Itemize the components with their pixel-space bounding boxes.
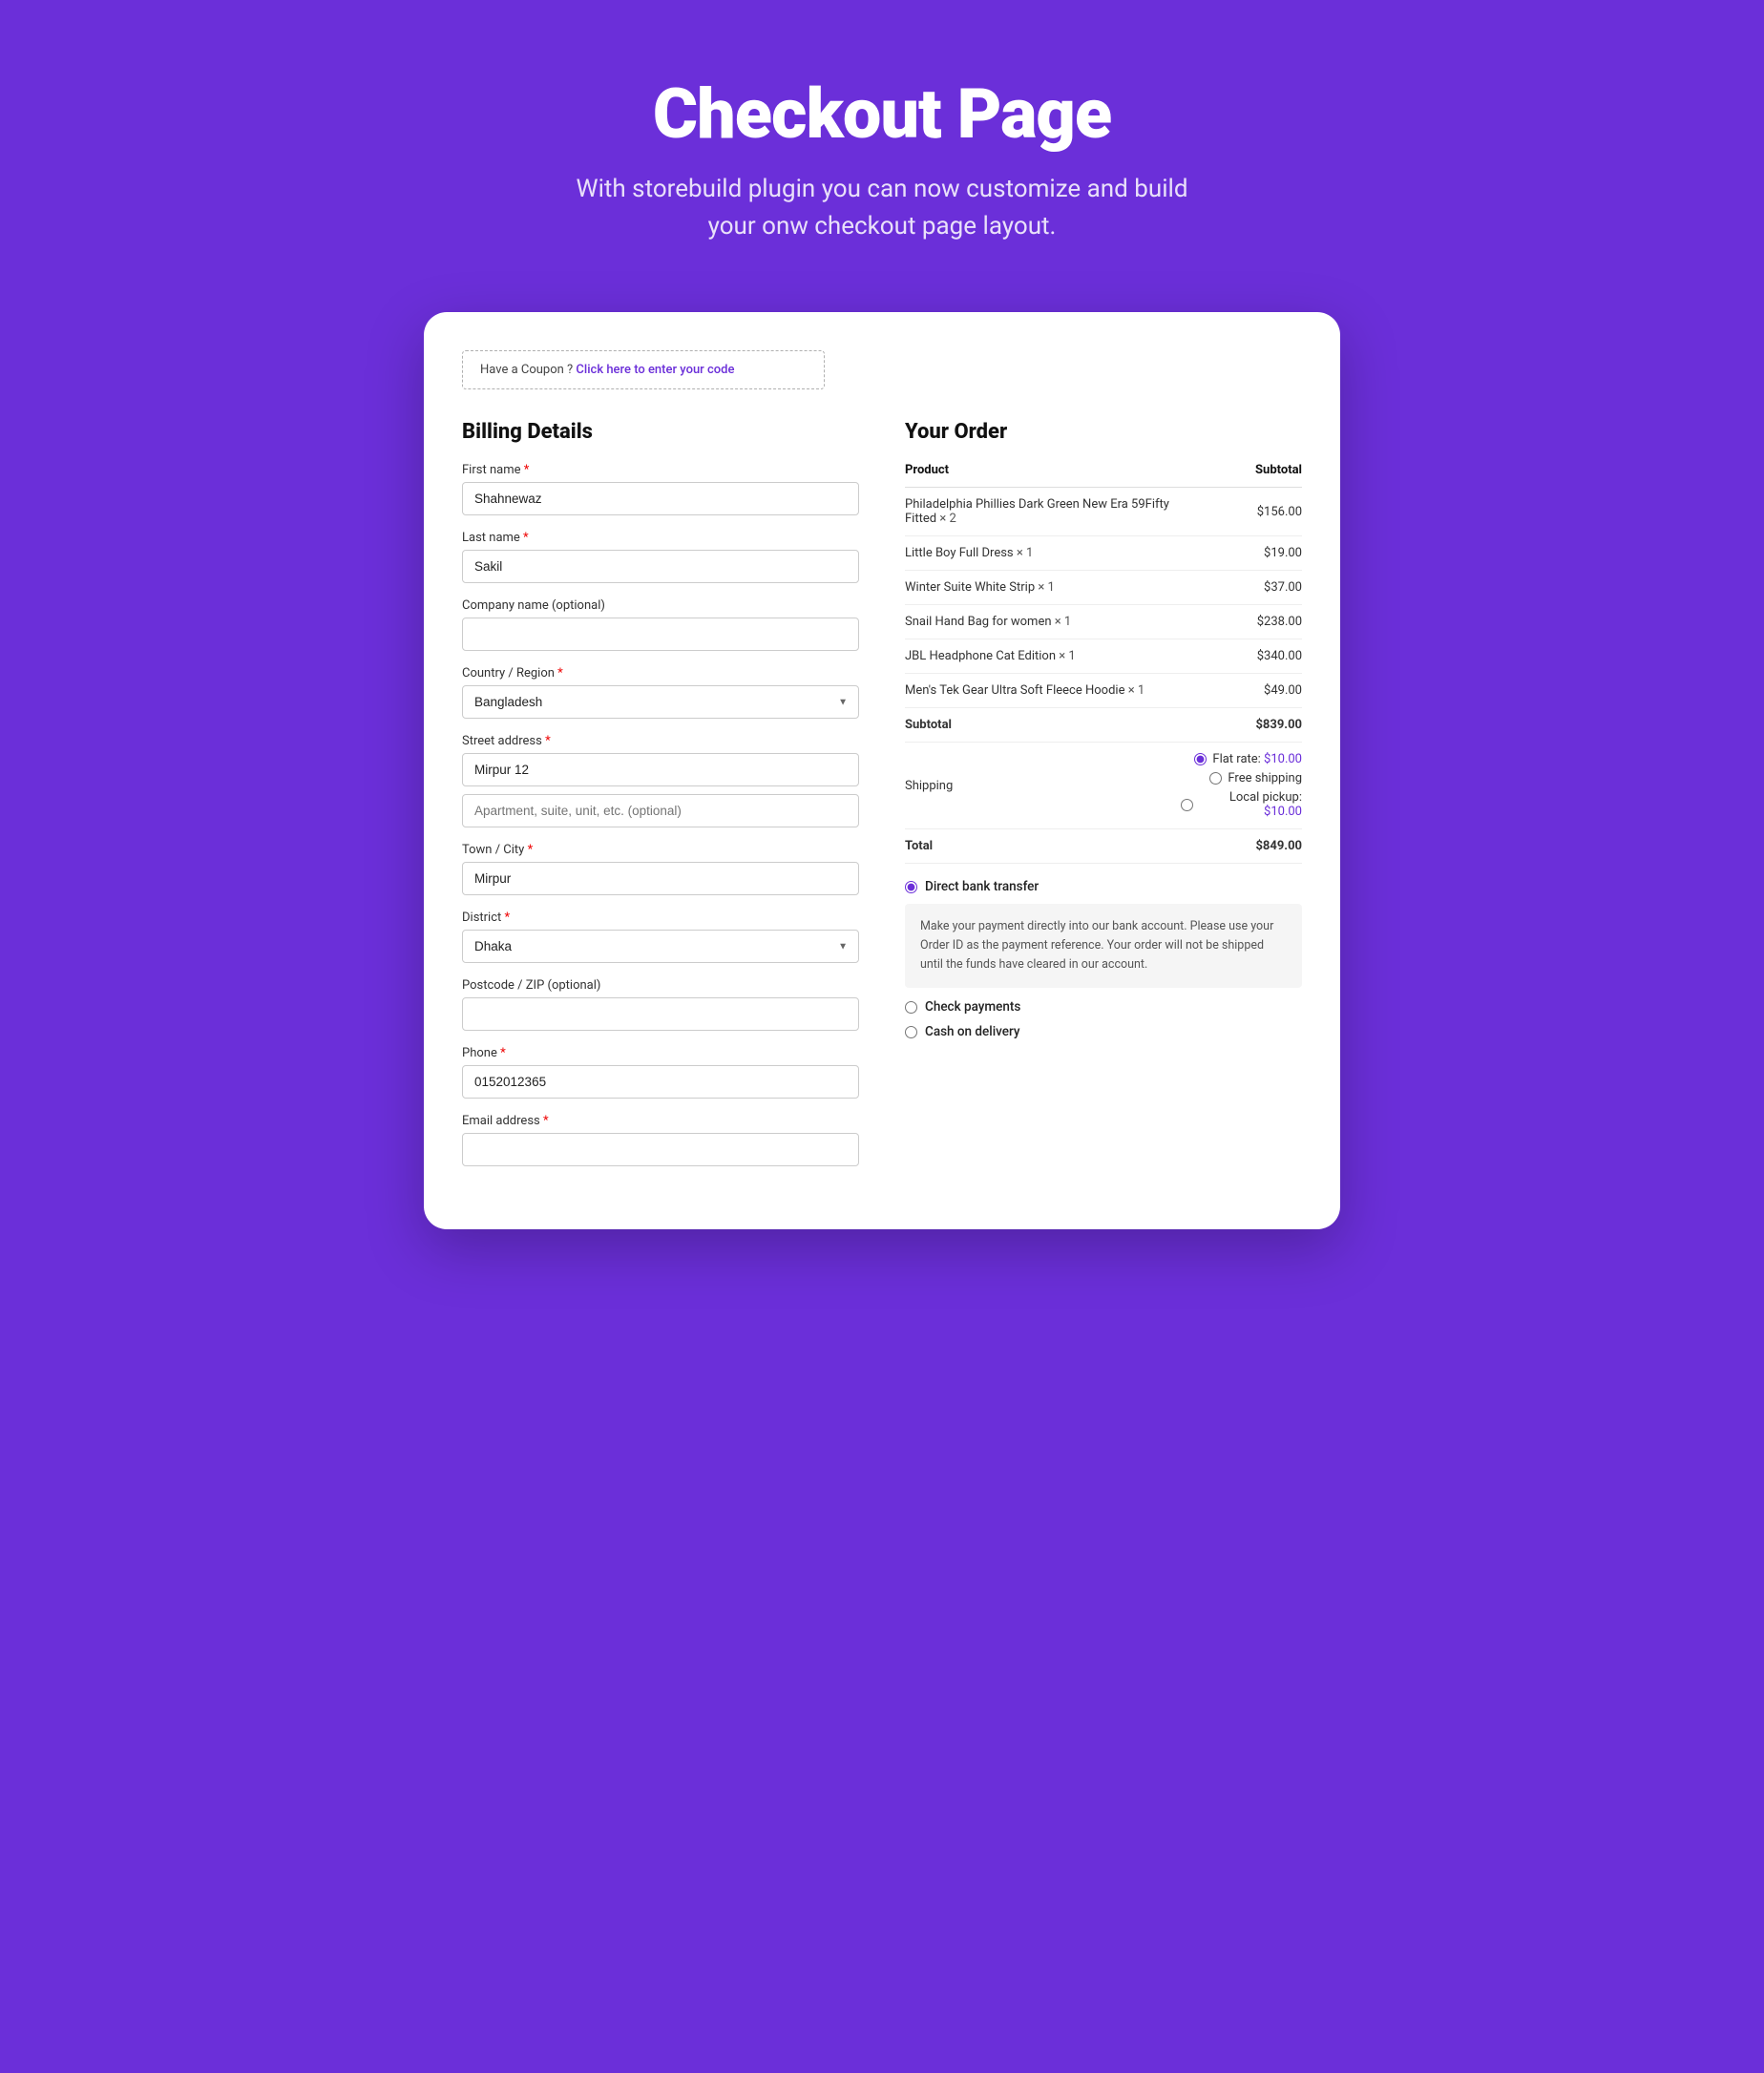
product-price: $238.00 — [1181, 605, 1302, 639]
coupon-text: Have a Coupon ? — [480, 363, 573, 377]
payment-option-1[interactable]: Check payments — [905, 999, 1302, 1015]
district-group: District * Dhaka — [462, 911, 859, 963]
billing-title: Billing Details — [462, 420, 859, 444]
street-input-1[interactable] — [462, 753, 859, 786]
company-label: Company name (optional) — [462, 598, 859, 613]
product-name: Little Boy Full Dress × 1 — [905, 536, 1181, 571]
hero-section: Checkout Page With storebuild plugin you… — [19, 57, 1745, 264]
product-price: $37.00 — [1181, 571, 1302, 605]
total-value: $849.00 — [1181, 829, 1302, 864]
payment-label-2: Cash on delivery — [925, 1024, 1020, 1039]
shipping-label-1: Free shipping — [1228, 771, 1302, 785]
street-group: Street address * — [462, 734, 859, 827]
company-group: Company name (optional) — [462, 598, 859, 651]
page-subtitle: With storebuild plugin you can now custo… — [557, 171, 1207, 245]
last-name-input[interactable] — [462, 550, 859, 583]
order-section: Your Order Product Subtotal Philadelphia… — [905, 420, 1302, 1049]
billing-section: Billing Details First name * Last name *… — [462, 420, 859, 1182]
shipping-option-1[interactable]: Free shipping — [1181, 771, 1302, 785]
street-label: Street address * — [462, 734, 859, 748]
product-name: Snail Hand Bag for women × 1 — [905, 605, 1181, 639]
district-select-wrapper: Dhaka — [462, 930, 859, 963]
payment-radio-1[interactable] — [905, 1001, 917, 1014]
checkout-columns: Billing Details First name * Last name *… — [462, 420, 1302, 1182]
district-select[interactable]: Dhaka — [462, 930, 859, 963]
country-select[interactable]: Bangladesh — [462, 685, 859, 719]
shipping-radio-2[interactable] — [1181, 799, 1193, 811]
coupon-link[interactable]: Click here to enter your code — [576, 363, 734, 377]
shipping-row: Shipping Flat rate: $10.00Free shipping … — [905, 743, 1302, 829]
country-group: Country / Region * Bangladesh — [462, 666, 859, 719]
total-row: Total $849.00 — [905, 829, 1302, 864]
city-input[interactable] — [462, 862, 859, 895]
postcode-group: Postcode / ZIP (optional) — [462, 978, 859, 1031]
phone-input[interactable] — [462, 1065, 859, 1099]
payment-label-1: Check payments — [925, 999, 1020, 1015]
email-group: Email address * — [462, 1114, 859, 1166]
postcode-label: Postcode / ZIP (optional) — [462, 978, 859, 993]
product-price: $19.00 — [1181, 536, 1302, 571]
subtotal-col-header: Subtotal — [1181, 463, 1302, 488]
table-row: Little Boy Full Dress × 1 $19.00 — [905, 536, 1302, 571]
phone-group: Phone * — [462, 1046, 859, 1099]
shipping-radio-0[interactable] — [1194, 753, 1207, 765]
product-name: Winter Suite White Strip × 1 — [905, 571, 1181, 605]
product-price: $156.00 — [1181, 488, 1302, 536]
country-select-wrapper: Bangladesh — [462, 685, 859, 719]
shipping-radio-1[interactable] — [1209, 772, 1222, 785]
street-input-2[interactable] — [462, 794, 859, 827]
subtotal-value: $839.00 — [1181, 708, 1302, 743]
email-label: Email address * — [462, 1114, 859, 1128]
product-name: JBL Headphone Cat Edition × 1 — [905, 639, 1181, 674]
order-table: Product Subtotal Philadelphia Phillies D… — [905, 463, 1302, 864]
first-name-group: First name * — [462, 463, 859, 515]
product-price: $340.00 — [1181, 639, 1302, 674]
product-col-header: Product — [905, 463, 1181, 488]
table-row: Snail Hand Bag for women × 1 $238.00 — [905, 605, 1302, 639]
product-name: Men's Tek Gear Ultra Soft Fleece Hoodie … — [905, 674, 1181, 708]
payment-radio-2[interactable] — [905, 1026, 917, 1038]
email-input[interactable] — [462, 1133, 859, 1166]
total-label: Total — [905, 829, 1181, 864]
district-label: District * — [462, 911, 859, 925]
payment-label-0: Direct bank transfer — [925, 879, 1039, 894]
table-row: JBL Headphone Cat Edition × 1 $340.00 — [905, 639, 1302, 674]
product-name: Philadelphia Phillies Dark Green New Era… — [905, 488, 1181, 536]
shipping-label: Shipping — [905, 743, 1181, 829]
bank-info-box: Make your payment directly into our bank… — [905, 904, 1302, 988]
shipping-label-0: Flat rate: $10.00 — [1212, 752, 1302, 766]
payment-option-2[interactable]: Cash on delivery — [905, 1024, 1302, 1039]
postcode-input[interactable] — [462, 997, 859, 1031]
last-name-label: Last name * — [462, 531, 859, 545]
subtotal-row: Subtotal $839.00 — [905, 708, 1302, 743]
table-row: Philadelphia Phillies Dark Green New Era… — [905, 488, 1302, 536]
payment-radio-0[interactable] — [905, 881, 917, 893]
shipping-option-0[interactable]: Flat rate: $10.00 — [1181, 752, 1302, 766]
table-row: Men's Tek Gear Ultra Soft Fleece Hoodie … — [905, 674, 1302, 708]
page-title: Checkout Page — [38, 76, 1726, 152]
first-name-input[interactable] — [462, 482, 859, 515]
shipping-label-2: Local pickup: $10.00 — [1199, 790, 1302, 819]
coupon-banner: Have a Coupon ? Click here to enter your… — [462, 350, 825, 389]
checkout-card: Have a Coupon ? Click here to enter your… — [424, 312, 1340, 1229]
first-name-label: First name * — [462, 463, 859, 477]
order-title: Your Order — [905, 420, 1302, 444]
phone-label: Phone * — [462, 1046, 859, 1060]
payment-option-0[interactable]: Direct bank transfer — [905, 879, 1302, 894]
product-price: $49.00 — [1181, 674, 1302, 708]
country-label: Country / Region * — [462, 666, 859, 681]
company-input[interactable] — [462, 618, 859, 651]
subtotal-label: Subtotal — [905, 708, 1181, 743]
city-group: Town / City * — [462, 843, 859, 895]
shipping-option-2[interactable]: Local pickup: $10.00 — [1181, 790, 1302, 819]
table-row: Winter Suite White Strip × 1 $37.00 — [905, 571, 1302, 605]
city-label: Town / City * — [462, 843, 859, 857]
last-name-group: Last name * — [462, 531, 859, 583]
payment-section: Direct bank transfer Make your payment d… — [905, 879, 1302, 1039]
